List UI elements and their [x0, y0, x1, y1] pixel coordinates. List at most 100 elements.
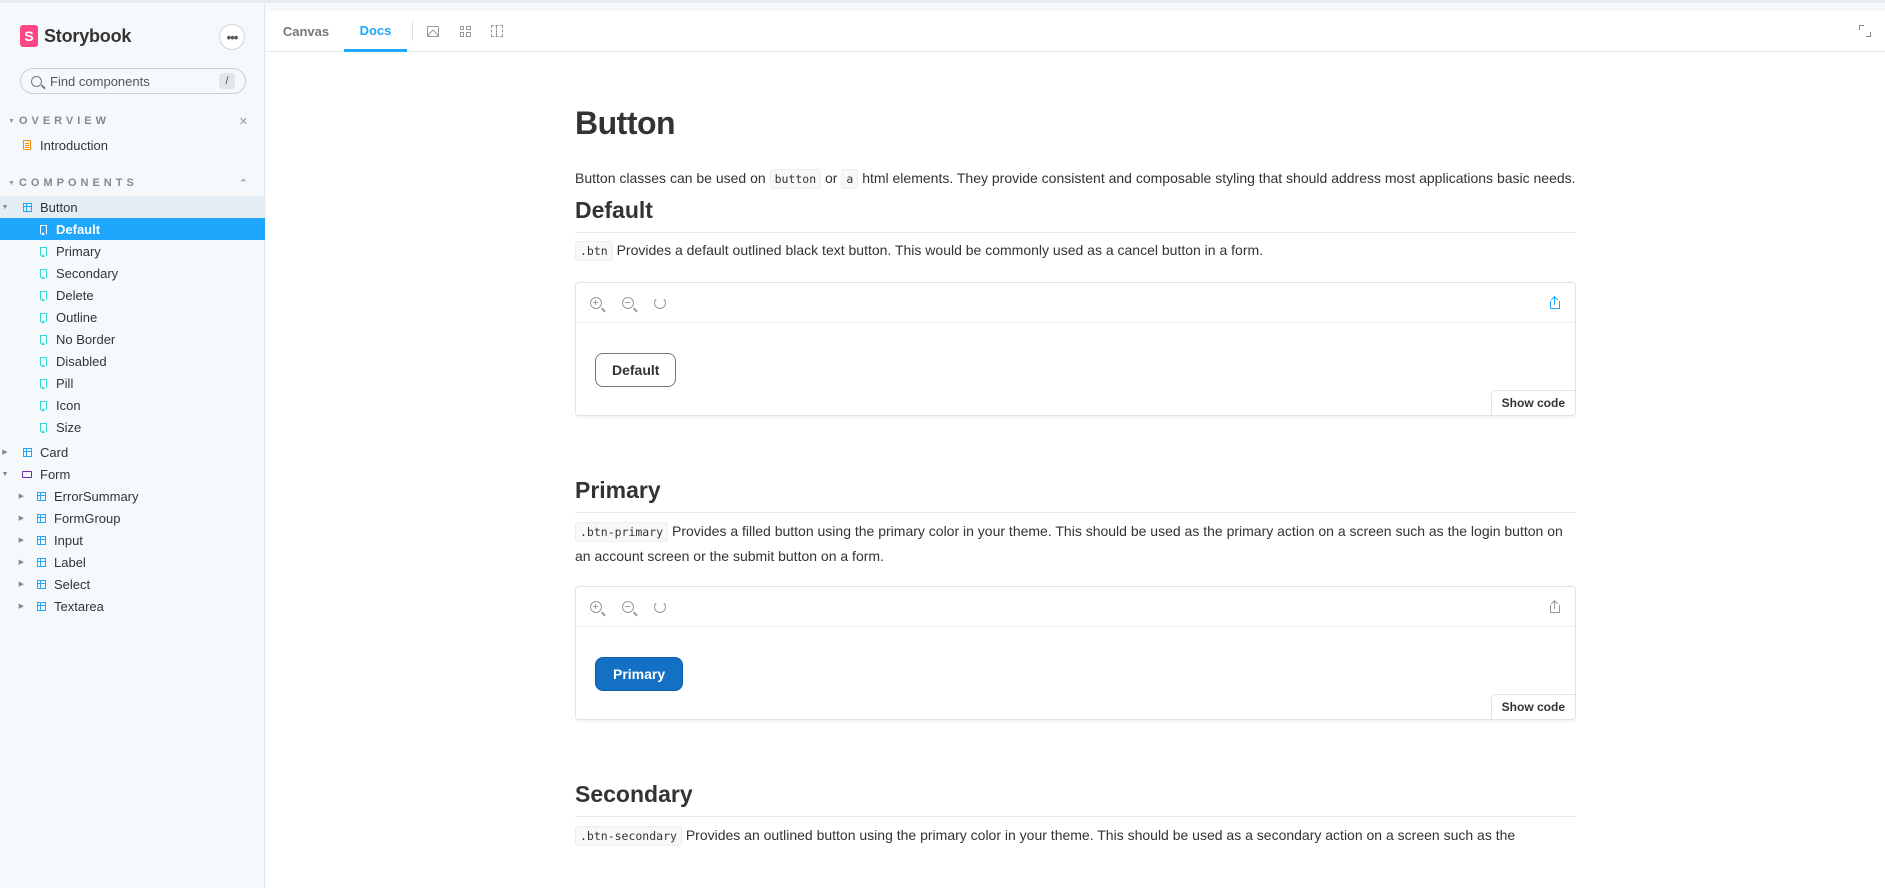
component-icon	[36, 579, 46, 589]
zoom-in-icon[interactable]	[590, 601, 602, 613]
search-shortcut-key: /	[219, 73, 235, 89]
sidebar-item-textarea[interactable]: ▶ Textarea	[0, 595, 265, 617]
default-button[interactable]: Default	[595, 353, 677, 387]
sidebar-story-pill[interactable]: Pill	[0, 372, 265, 394]
sidebar-story-primary[interactable]: Primary	[0, 240, 265, 262]
sidebar-item-label: Button	[40, 199, 78, 215]
brand-title: Storybook	[44, 25, 132, 46]
bookmark-icon	[39, 312, 47, 323]
sidebar-item-formgroup[interactable]: ▶ FormGroup	[0, 507, 265, 529]
sidebar-item-label[interactable]: ▶ Label	[0, 551, 265, 573]
storybook-logo-icon: S	[20, 25, 38, 47]
section-heading-default: Default	[575, 197, 1576, 233]
sidebar-menu-button[interactable]: •••	[219, 24, 245, 50]
caret-down-icon: ▼	[8, 179, 15, 187]
open-in-new-icon[interactable]	[1549, 599, 1561, 613]
bookmark-icon	[39, 422, 47, 433]
sidebar-story-delete[interactable]: Delete	[0, 284, 265, 306]
toolbar-divider	[412, 21, 413, 41]
sidebar-item-introduction[interactable]: Introduction	[0, 134, 265, 156]
document-icon	[23, 140, 31, 150]
sidebar-item-label: Primary	[56, 243, 101, 259]
sidebar-item-label: Input	[54, 532, 83, 548]
brand[interactable]: S Storybook	[20, 25, 131, 47]
grid-icon[interactable]	[458, 24, 472, 38]
folder-icon	[22, 470, 32, 478]
sidebar-item-label: Outline	[56, 309, 98, 325]
component-icon	[36, 491, 46, 501]
section-heading-primary: Primary	[575, 477, 1576, 513]
code-a: a	[841, 169, 859, 189]
bookmark-icon	[39, 246, 47, 257]
caret-right-icon: ▶	[18, 559, 24, 566]
sidebar: S Storybook ••• Find components / ▼ OVER…	[0, 3, 265, 888]
outline-icon[interactable]	[490, 24, 504, 38]
component-icon	[22, 202, 32, 212]
sidebar-item-label: Select	[54, 576, 91, 592]
image-icon[interactable]	[426, 24, 440, 38]
sidebar-story-disabled[interactable]: Disabled	[0, 350, 265, 372]
tab-docs[interactable]: Docs	[344, 11, 407, 52]
section-title: OVERVIEW	[18, 115, 111, 127]
sidebar-item-label: Secondary	[56, 265, 119, 281]
page-title: Button	[575, 105, 676, 141]
expand-collapse-icon[interactable]: ⌃	[239, 177, 248, 190]
main-panel: Canvas Docs Button Button classes can be…	[266, 11, 1885, 888]
sidebar-item-select[interactable]: ▶ Select	[0, 573, 265, 595]
bookmark-icon	[39, 290, 47, 301]
bookmark-icon	[39, 400, 47, 411]
caret-down-icon: ▼	[8, 117, 15, 125]
secondary-description: .btn-secondary Provides an outlined butt…	[575, 823, 1576, 848]
open-in-new-icon[interactable]	[1549, 295, 1561, 309]
sidebar-story-secondary[interactable]: Secondary	[0, 262, 265, 284]
caret-right-icon: ▶	[2, 449, 8, 456]
sidebar-story-icon[interactable]: Icon	[0, 394, 265, 416]
tab-canvas[interactable]: Canvas	[266, 11, 346, 52]
sidebar-item-button[interactable]: ▼ Button	[0, 196, 265, 218]
component-icon	[36, 601, 46, 611]
fullscreen-icon[interactable]	[1859, 25, 1871, 37]
zoom-reset-icon[interactable]	[654, 297, 666, 309]
zoom-out-icon[interactable]	[622, 297, 634, 309]
bookmark-icon	[39, 334, 47, 345]
caret-down-icon: ▼	[1, 203, 9, 211]
component-icon	[22, 447, 32, 457]
search-placeholder: Find components	[50, 73, 150, 89]
bookmark-icon	[39, 378, 47, 389]
component-icon	[36, 535, 46, 545]
primary-button[interactable]: Primary	[595, 657, 684, 691]
sidebar-item-card[interactable]: ▶ Card	[0, 441, 265, 463]
section-title: COMPONENTS	[18, 177, 138, 189]
sidebar-item-form[interactable]: ▼ Form	[0, 463, 265, 485]
sidebar-item-label: Disabled	[56, 353, 107, 369]
sidebar-item-label: Textarea	[54, 598, 104, 614]
bookmark-icon	[39, 224, 47, 235]
story-preview-default: Default Show code	[575, 282, 1576, 416]
caret-right-icon: ▶	[18, 537, 24, 544]
default-description: .btn Provides a default outlined black t…	[575, 238, 1576, 263]
preview-toolbar	[576, 587, 1575, 627]
collapse-icon[interactable]: ✕	[239, 115, 248, 128]
toolbar: Canvas Docs	[266, 11, 1885, 52]
zoom-in-icon[interactable]	[590, 297, 602, 309]
sidebar-item-errorsummary[interactable]: ▶ ErrorSummary	[0, 485, 265, 507]
sidebar-story-size[interactable]: Size	[0, 416, 265, 438]
sidebar-story-outline[interactable]: Outline	[0, 306, 265, 328]
section-components[interactable]: ▼ COMPONENTS ⌃	[8, 175, 248, 191]
code-button: button	[769, 169, 822, 189]
search-input[interactable]: Find components /	[20, 68, 246, 94]
sidebar-item-label: Delete	[56, 287, 94, 303]
docs-content: Button Button classes can be used on but…	[575, 53, 1576, 888]
show-code-button[interactable]: Show code	[1490, 390, 1576, 416]
show-code-button[interactable]: Show code	[1490, 694, 1576, 720]
zoom-out-icon[interactable]	[622, 601, 634, 613]
zoom-reset-icon[interactable]	[654, 601, 666, 613]
sidebar-item-label: Introduction	[40, 137, 108, 153]
code-btn: .btn	[575, 241, 613, 261]
caret-right-icon: ▶	[18, 603, 24, 610]
sidebar-story-default[interactable]: Default	[0, 218, 265, 240]
section-heading-secondary: Secondary	[575, 781, 1576, 817]
sidebar-story-no-border[interactable]: No Border	[0, 328, 265, 350]
sidebar-item-input[interactable]: ▶ Input	[0, 529, 265, 551]
section-overview[interactable]: ▼ OVERVIEW ✕	[8, 113, 248, 129]
